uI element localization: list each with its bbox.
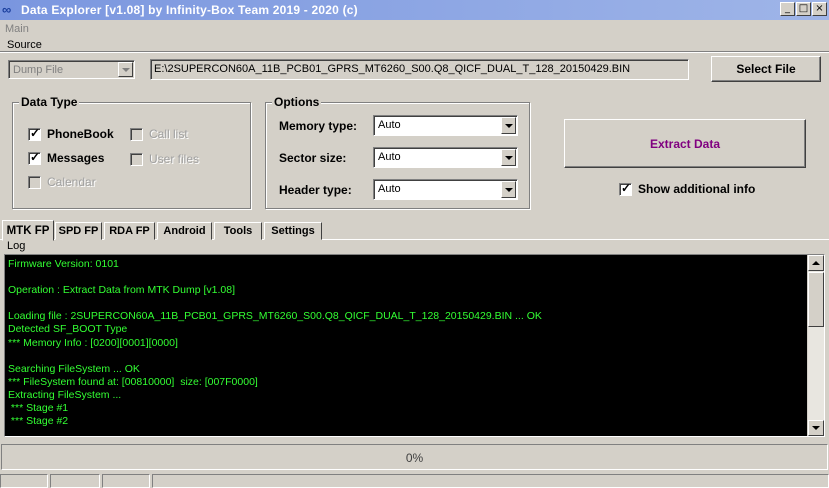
calendar-checkbox[interactable]: Calendar bbox=[28, 175, 96, 189]
messages-label: Messages bbox=[47, 151, 105, 165]
title-bar: ∞ Data Explorer [v1.08] by Infinity-Box … bbox=[0, 0, 829, 20]
log-line: *** Memory Info : [0200][0001][0000] bbox=[8, 336, 178, 349]
checkbox-box[interactable]: ✓ bbox=[28, 125, 41, 141]
call-list-label: Call list bbox=[149, 127, 188, 141]
chevron-down-icon[interactable] bbox=[501, 149, 516, 166]
log-line: Firmware Version: 0101 bbox=[8, 258, 119, 270]
checkmark-icon: ✓ bbox=[30, 125, 41, 140]
log-label: Log bbox=[7, 240, 26, 252]
tab-tools[interactable]: Tools bbox=[214, 222, 262, 240]
user-files-label: User files bbox=[149, 152, 200, 166]
user-files-checkbox[interactable]: User files bbox=[130, 152, 199, 166]
menu-main[interactable]: Main bbox=[5, 23, 29, 35]
scroll-down-icon[interactable] bbox=[808, 420, 824, 436]
tab-android[interactable]: Android bbox=[157, 222, 212, 240]
call-list-checkbox[interactable]: Call list bbox=[130, 127, 188, 141]
window-title: Data Explorer [v1.08] by Infinity-Box Te… bbox=[21, 3, 358, 17]
menu-bar: Main bbox=[0, 20, 829, 38]
log-line: *** Stage #2 bbox=[8, 415, 69, 428]
checkmark-icon: ✓ bbox=[30, 149, 41, 164]
maximize-button[interactable]: □ bbox=[796, 2, 811, 16]
memory-type-select[interactable]: Auto bbox=[373, 115, 518, 136]
extract-data-button[interactable]: Extract Data bbox=[564, 119, 806, 168]
data-type-title: Data Type bbox=[19, 95, 80, 109]
log-line: *** Stage #1 bbox=[8, 402, 69, 415]
checkmark-icon: ✓ bbox=[621, 180, 632, 195]
header-type-value: Auto bbox=[378, 183, 401, 195]
memory-type-label: Memory type: bbox=[279, 119, 358, 133]
status-panel bbox=[152, 474, 829, 488]
source-divider bbox=[0, 51, 829, 53]
show-additional-info-label: Show additional info bbox=[638, 182, 756, 196]
tab-spd-fp[interactable]: SPD FP bbox=[55, 222, 102, 240]
log-line: Loading file : 2SUPERCON60A_11B_PCB01_GP… bbox=[8, 310, 542, 323]
source-mode-value: Dump File bbox=[13, 64, 64, 76]
scroll-thumb[interactable] bbox=[808, 272, 824, 327]
header-type-select[interactable]: Auto bbox=[373, 179, 518, 200]
tab-settings[interactable]: Settings bbox=[264, 222, 322, 240]
chevron-down-icon[interactable] bbox=[501, 117, 516, 134]
log-line: Detected SF_BOOT Type bbox=[8, 323, 128, 336]
checkbox-box[interactable]: ✓ bbox=[619, 180, 632, 196]
log-line: Extracting FileSystem ... bbox=[8, 388, 122, 401]
memory-type-value: Auto bbox=[378, 119, 401, 131]
progress-bar: 0% bbox=[1, 444, 828, 470]
log-scrollbar[interactable] bbox=[807, 255, 824, 436]
progress-text: 0% bbox=[405, 451, 424, 465]
checkbox-box[interactable] bbox=[28, 175, 41, 189]
sector-size-value: Auto bbox=[378, 151, 401, 163]
phonebook-checkbox[interactable]: ✓ PhoneBook bbox=[28, 125, 114, 141]
tab-mtk-fp[interactable]: MTK FP bbox=[2, 220, 54, 241]
chevron-down-icon[interactable] bbox=[118, 62, 133, 77]
source-label: Source bbox=[7, 39, 42, 51]
close-button[interactable]: × bbox=[812, 2, 827, 16]
status-bar bbox=[0, 472, 829, 488]
checkbox-box[interactable] bbox=[130, 152, 143, 166]
window-controls: _ □ × bbox=[780, 2, 827, 16]
options-title: Options bbox=[272, 95, 322, 109]
messages-checkbox[interactable]: ✓ Messages bbox=[28, 149, 105, 165]
source-mode-select[interactable]: Dump File bbox=[8, 60, 135, 79]
log-line: *** FileSystem found at: [00810000] size… bbox=[8, 375, 258, 388]
header-type-label: Header type: bbox=[279, 183, 352, 197]
checkbox-box[interactable]: ✓ bbox=[28, 149, 41, 165]
checkbox-box[interactable] bbox=[130, 127, 143, 141]
tab-strip: MTK FP SPD FP RDA FP Android Tools Setti… bbox=[0, 220, 829, 241]
chevron-down-icon[interactable] bbox=[501, 181, 516, 198]
status-panel bbox=[0, 474, 48, 488]
tab-rda-fp[interactable]: RDA FP bbox=[104, 222, 155, 240]
scroll-up-icon[interactable] bbox=[808, 255, 824, 271]
sector-size-select[interactable]: Auto bbox=[373, 147, 518, 168]
select-file-button[interactable]: Select File bbox=[711, 56, 821, 82]
log-line: Searching FileSystem ... OK bbox=[8, 362, 140, 375]
minimize-button[interactable]: _ bbox=[780, 2, 795, 16]
log-text: Firmware Version: 0101 Operation : Extra… bbox=[8, 258, 806, 436]
calendar-label: Calendar bbox=[47, 175, 96, 189]
show-additional-info-checkbox[interactable]: ✓ Show additional info bbox=[619, 180, 756, 196]
status-panel bbox=[102, 474, 150, 488]
file-path-field[interactable]: E:\2SUPERCON60A_11B_PCB01_GPRS_MT6260_S0… bbox=[150, 59, 689, 80]
phonebook-label: PhoneBook bbox=[47, 127, 114, 141]
status-panel bbox=[50, 474, 100, 488]
infinity-icon: ∞ bbox=[2, 2, 12, 17]
log-panel[interactable]: Firmware Version: 0101 Operation : Extra… bbox=[4, 254, 825, 437]
sector-size-label: Sector size: bbox=[279, 151, 347, 165]
log-line: Operation : Extract Data from MTK Dump [… bbox=[8, 284, 235, 297]
